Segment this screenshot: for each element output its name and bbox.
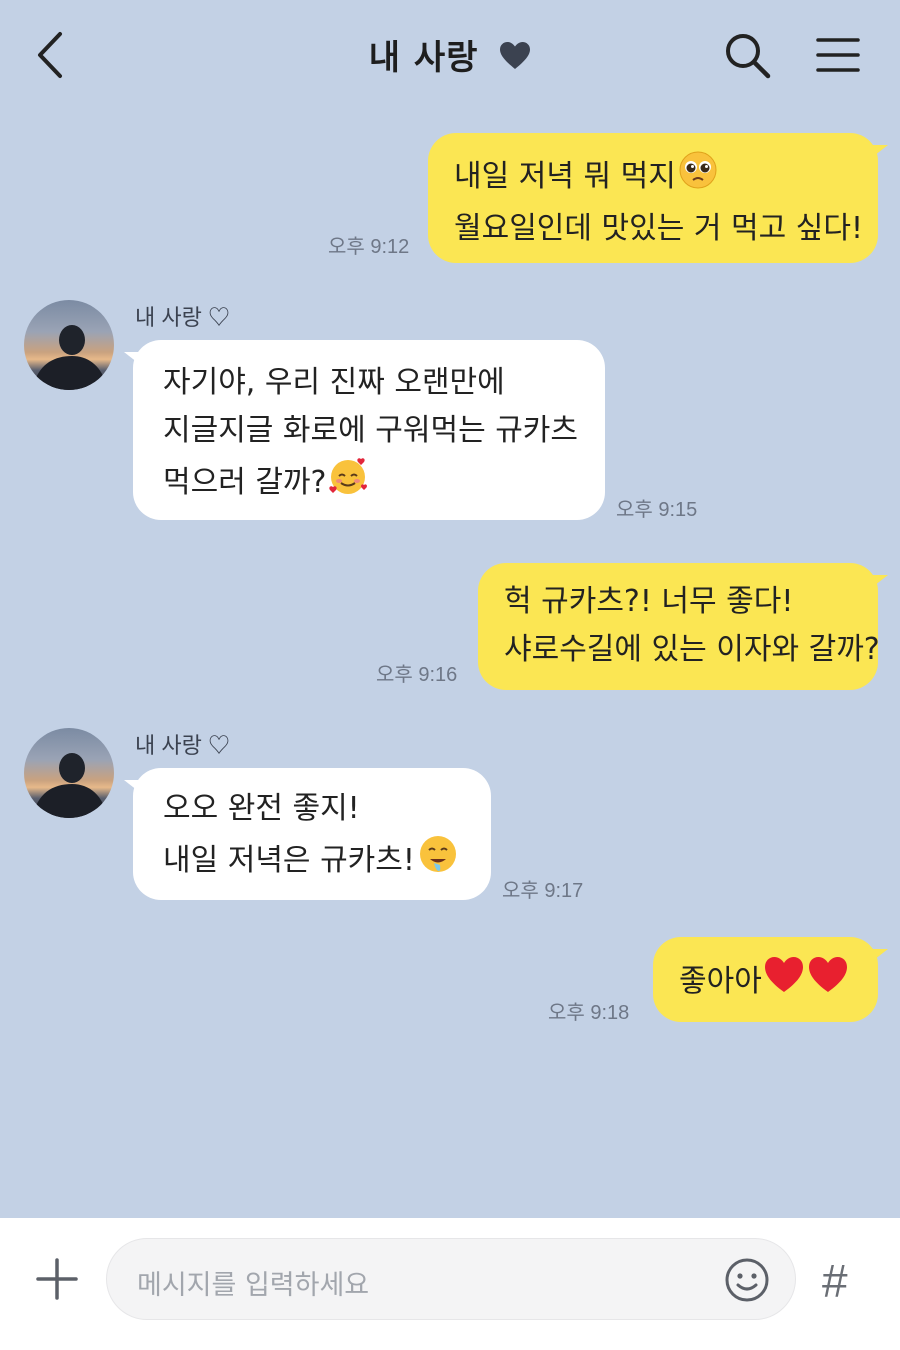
message-line: 내일 저녁 뭐 먹지 (454, 150, 852, 205)
sender-name: 내 사랑 ♡ (135, 305, 230, 330)
bubble-tail (870, 949, 888, 963)
message-time: 오후 9:12 (328, 236, 410, 258)
drooling-face-emoji (417, 833, 459, 890)
emoji-button[interactable] (723, 1256, 771, 1304)
message-line: 헉 규카츠?! 너무 좋다! (504, 584, 794, 619)
smiling-face-with-hearts-emoji (328, 455, 370, 512)
their-message-bubble[interactable]: 오오 완전 좋지! 내일 저녁은 규카츠! (133, 768, 491, 900)
message-line: 자기야, 우리 진짜 오랜만에 (163, 365, 505, 400)
my-message-bubble[interactable]: 헉 규카츠?! 너무 좋다! 샤로수길에 있는 이자와 갈까? (478, 563, 880, 690)
their-message-bubble[interactable]: 자기야, 우리 진짜 오랜만에 지글지글 화로에 구워먹는 규카츠 먹으러 갈까… (133, 340, 605, 520)
chat-header: 내 사랑 (0, 0, 900, 110)
menu-button[interactable] (812, 32, 864, 78)
bubble-tail (870, 145, 888, 159)
sender-name: 내 사랑 ♡ (135, 733, 230, 758)
message-input[interactable]: 메시지를 입력하세요 (106, 1238, 796, 1320)
message-time: 오후 9:16 (376, 664, 458, 686)
message-time: 오후 9:17 (502, 880, 584, 902)
message-time: 오후 9:15 (616, 499, 698, 521)
message-input-bar: 메시지를 입력하세요 # (0, 1218, 900, 1350)
message-line: 월요일인데 맛있는 거 먹고 싶다! (454, 211, 863, 246)
avatar[interactable] (24, 728, 114, 818)
plus-icon (36, 1258, 78, 1300)
my-message-bubble[interactable]: 좋아아 (653, 937, 878, 1022)
avatar[interactable] (24, 300, 114, 390)
hamburger-menu-icon (816, 38, 860, 72)
smiley-icon (725, 1258, 769, 1302)
search-icon (726, 34, 771, 79)
message-input-placeholder: 메시지를 입력하세요 (137, 1270, 370, 1301)
message-line: 내일 저녁은 규카츠! (163, 833, 465, 890)
bubble-tail (870, 575, 888, 589)
message-line: 지글지글 화로에 구워먹는 규카츠 (163, 413, 579, 448)
chat-title: 내 사랑 (368, 38, 479, 78)
message-line: 먹으러 갈까? (163, 455, 579, 512)
message-line: 오오 완전 좋지! (163, 791, 360, 826)
message-line: 샤로수길에 있는 이자와 갈까? (504, 632, 880, 667)
red-heart-emoji (764, 955, 848, 1010)
search-button[interactable] (722, 30, 774, 82)
message-line: 좋아아 (679, 955, 852, 1010)
hashtag-button[interactable]: # (822, 1254, 848, 1308)
message-time: 오후 9:18 (548, 1002, 630, 1024)
my-message-bubble[interactable]: 내일 저녁 뭐 먹지 월요일인데 맛있는 거 먹고 싶다! (428, 133, 878, 263)
attach-button[interactable] (34, 1256, 80, 1302)
heart-icon (499, 40, 531, 80)
pleading-face-emoji (678, 150, 718, 205)
